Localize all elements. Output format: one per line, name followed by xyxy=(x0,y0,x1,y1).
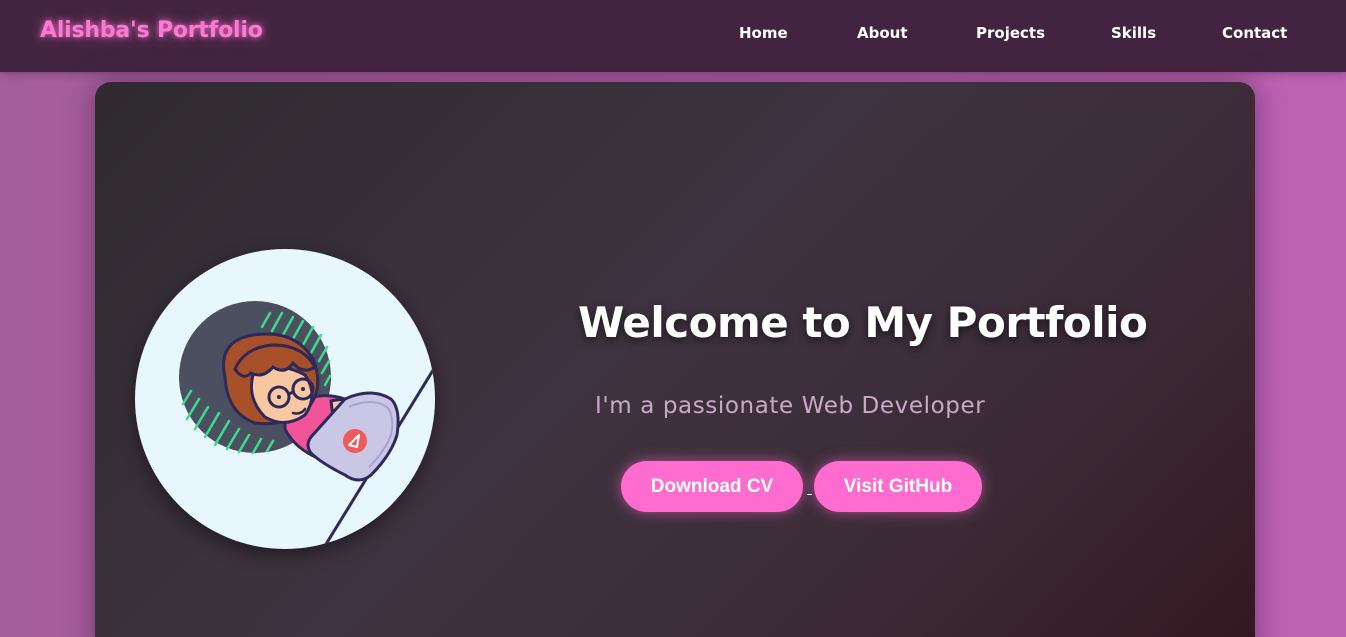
nav-link-contact[interactable]: Contact xyxy=(1222,24,1287,42)
nav-link-home[interactable]: Home xyxy=(739,24,788,42)
avatar xyxy=(135,249,435,549)
hero-section: Welcome to My Portfolio I'm a passionate… xyxy=(95,82,1255,637)
navbar: Alishba's Portfolio Home About Projects … xyxy=(0,0,1346,72)
hero-subtitle: I'm a passionate Web Developer xyxy=(595,393,986,419)
visit-github-button[interactable]: Visit GitHub xyxy=(814,461,982,512)
site-brand[interactable]: Alishba's Portfolio xyxy=(40,18,263,43)
girl-with-laptop-icon xyxy=(179,301,435,549)
nav-link-projects[interactable]: Projects xyxy=(976,24,1045,42)
button-separator xyxy=(807,494,812,495)
hero-title: Welcome to My Portfolio xyxy=(578,298,1148,347)
download-cv-button[interactable]: Download CV xyxy=(621,461,803,512)
nav-link-about[interactable]: About xyxy=(857,24,908,42)
nav-link-skills[interactable]: Skills xyxy=(1111,24,1156,42)
